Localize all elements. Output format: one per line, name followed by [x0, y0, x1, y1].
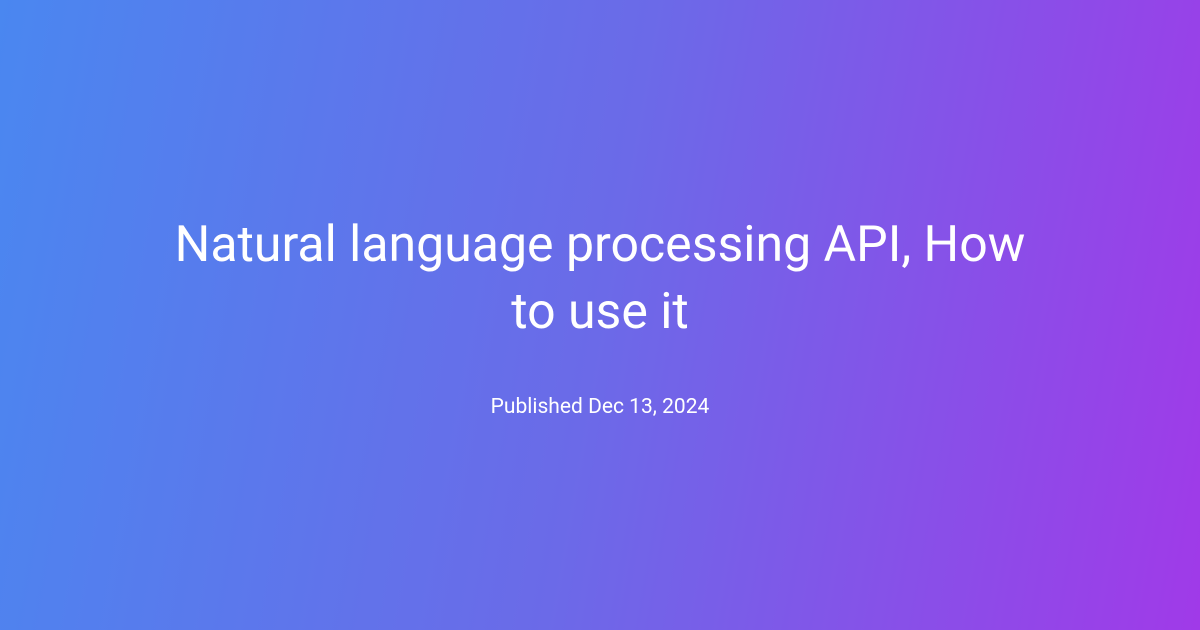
page-title: Natural language processing API, How to … — [120, 212, 1080, 347]
published-date: Published Dec 13, 2024 — [491, 395, 710, 419]
